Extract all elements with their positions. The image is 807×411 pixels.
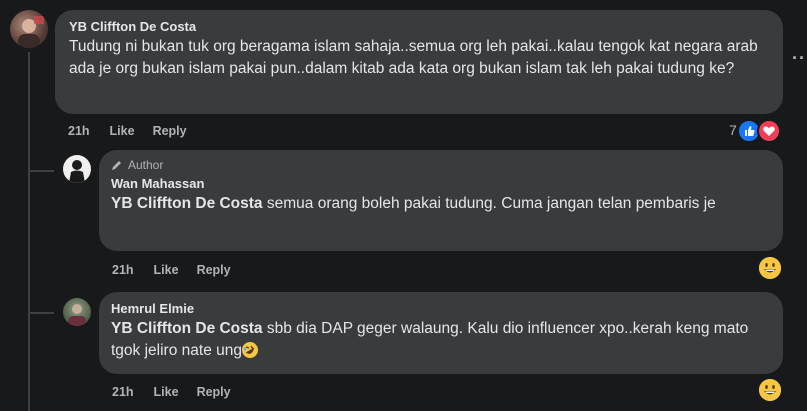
- avatar-image: [18, 16, 44, 48]
- avatar-commenter[interactable]: [10, 10, 48, 48]
- more-options-button[interactable]: ···: [792, 48, 807, 69]
- reply-connector-2: [28, 312, 54, 314]
- reaction-count[interactable]: 7: [729, 122, 737, 138]
- reply-bubble: Hemrul Elmie YB Cliffton De Costa sbb di…: [99, 292, 783, 374]
- thread-connector: [28, 52, 30, 411]
- comment-timestamp[interactable]: 21h: [68, 124, 90, 138]
- like-button[interactable]: Like: [154, 263, 179, 277]
- reply-author-name[interactable]: Hemrul Elmie: [111, 301, 771, 316]
- avatar-image: [69, 160, 85, 183]
- reply-button[interactable]: Reply: [153, 124, 187, 138]
- reply-body: semua orang boleh pakai tudung. Cuma jan…: [266, 195, 716, 212]
- grinning-emoji-icon: [759, 257, 781, 279]
- reply-timestamp[interactable]: 21h: [112, 385, 134, 399]
- rolling-laughing-emoji-icon: [241, 342, 258, 358]
- reply-bubble: Author Wan Mahassan YB Cliffton De Costa…: [99, 150, 783, 251]
- reply-button[interactable]: Reply: [197, 263, 231, 277]
- reply-actions: 21h Like Reply: [112, 385, 249, 399]
- reply-text: YB Cliffton De Costa semua orang boleh p…: [111, 193, 751, 215]
- avatar-reply-author-2[interactable]: [63, 298, 91, 326]
- mention-link[interactable]: YB Cliffton De Costa: [111, 320, 263, 337]
- reply-actions: 21h Like Reply: [112, 263, 249, 277]
- reply-connector-1: [28, 170, 54, 172]
- comment-actions: 21h Like Reply: [68, 124, 205, 138]
- reply-text: YB Cliffton De Costa sbb dia DAP geger w…: [111, 318, 751, 362]
- reply-timestamp[interactable]: 21h: [112, 263, 134, 277]
- like-button[interactable]: Like: [154, 385, 179, 399]
- mention-link[interactable]: YB Cliffton De Costa: [111, 195, 263, 212]
- pencil-icon: [112, 161, 121, 170]
- reply-author-name[interactable]: Wan Mahassan: [111, 176, 771, 191]
- avatar-image: [68, 304, 86, 326]
- comment-text: Tudung ni bukan tuk org beragama islam s…: [69, 38, 758, 77]
- like-button[interactable]: Like: [110, 124, 135, 138]
- author-badge: Author: [111, 158, 771, 172]
- author-badge-label: Author: [128, 158, 164, 172]
- avatar-reply-author[interactable]: [63, 155, 91, 183]
- grinning-emoji-icon: [759, 379, 781, 401]
- reply-button[interactable]: Reply: [197, 385, 231, 399]
- heart-icon: [757, 119, 781, 143]
- comment-author-name[interactable]: YB Cliffton De Costa: [69, 19, 769, 34]
- comment-bubble: YB Cliffton De Costa Tudung ni bukan tuk…: [55, 10, 783, 114]
